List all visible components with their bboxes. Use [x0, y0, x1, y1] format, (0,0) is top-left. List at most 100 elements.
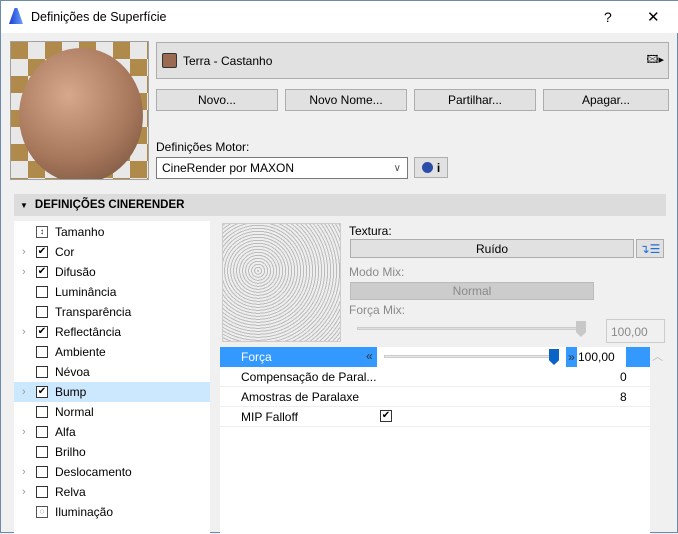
section-title: DEFINIÇÕES CINERENDER [34, 199, 185, 211]
channel-item[interactable]: › ✔ Difusão [14, 262, 210, 282]
channel-item[interactable]: ↕ Tamanho [14, 222, 210, 242]
expand-chevron-icon[interactable]: › [22, 466, 26, 478]
channel-item[interactable]: Brilho [14, 442, 210, 462]
channel-checkbox[interactable]: ✔ [36, 326, 48, 338]
surface-color-swatch [162, 53, 177, 68]
window-title: Definições de Superfície [31, 10, 167, 24]
decrement-icon[interactable]: « [366, 349, 373, 363]
share-button[interactable]: Partilhar... [414, 89, 536, 111]
channel-label: Transparência [55, 305, 132, 319]
increment-icon[interactable]: » [566, 347, 577, 367]
mip-falloff-checkbox[interactable]: ✔ [380, 410, 392, 422]
expand-chevron-icon[interactable]: › [22, 246, 26, 258]
engine-select[interactable]: CineRender por MAXON ∨ [156, 157, 408, 179]
parallax-samples-value[interactable]: 8 [620, 390, 627, 404]
mix-strength-value: 100,00 [606, 319, 665, 343]
delete-button[interactable]: Apagar... [543, 89, 669, 111]
engine-select-value: CineRender por MAXON [162, 161, 295, 175]
channel-label: Luminância [55, 285, 117, 299]
param-list-empty [220, 427, 650, 534]
channel-label: Cor [55, 245, 75, 259]
channel-label: Bump [55, 385, 87, 399]
surface-name: Terra - Castanho [183, 53, 273, 68]
param-row-mip-falloff[interactable]: MIP Falloff ✔ [220, 407, 650, 427]
new-button[interactable]: Novo... [156, 89, 278, 111]
cinema4d-icon [421, 162, 433, 173]
channel-checkbox[interactable]: ✔ [36, 246, 48, 258]
app-logo-icon [9, 8, 23, 24]
texture-thumbnail [222, 223, 341, 342]
channel-label: Ambiente [55, 345, 106, 359]
material-preview [10, 41, 149, 180]
channel-label: Alfa [55, 425, 76, 439]
parallax-offset-value[interactable]: 0 [620, 370, 627, 384]
channel-label: Relva [55, 485, 86, 499]
scroll-up-icon[interactable]: ︿ [652, 348, 663, 364]
channel-checkbox[interactable] [36, 406, 48, 418]
channel-checkbox[interactable] [36, 486, 48, 498]
channel-checkbox[interactable] [36, 306, 48, 318]
channel-item[interactable]: › ✔ Bump [14, 382, 210, 402]
channel-item[interactable]: › ✔ Reflectância [14, 322, 210, 342]
channel-item[interactable]: › Relva [14, 482, 210, 502]
mix-mode-label: Modo Mix: [349, 265, 405, 279]
strength-label: Força [241, 350, 272, 364]
close-button[interactable]: ✕ [647, 8, 660, 26]
channel-checkbox[interactable] [36, 466, 48, 478]
engine-info-button[interactable]: i [414, 157, 448, 178]
section-header[interactable]: ▼ DEFINIÇÕES CINERENDER [14, 194, 666, 216]
texture-label: Textura: [349, 224, 392, 238]
channel-checkbox[interactable] [36, 286, 48, 298]
channel-item[interactable]: Normal [14, 402, 210, 422]
size-icon: ↕ [36, 226, 48, 238]
channel-item[interactable]: › Deslocamento [14, 462, 210, 482]
image-menu-icon[interactable]: 🖾▸ [647, 51, 665, 70]
parallax-samples-label: Amostras de Paralaxe [241, 390, 360, 404]
channel-item[interactable]: ◌ Iluminação [14, 502, 210, 522]
strength-slider[interactable] [384, 355, 556, 358]
channel-item[interactable]: Luminância [14, 282, 210, 302]
strength-slider-thumb[interactable] [549, 349, 559, 365]
title-bar: Definições de Superfície ? ✕ [1, 1, 678, 33]
channel-item[interactable]: › Alfa [14, 422, 210, 442]
help-button[interactable]: ? [604, 9, 612, 25]
lighting-icon: ◌ [36, 506, 48, 518]
param-row-parallax-samples[interactable]: Amostras de Paralaxe 8 [220, 387, 650, 407]
expand-chevron-icon[interactable]: › [22, 426, 26, 438]
info-icon: i [436, 160, 441, 175]
channel-label: Deslocamento [55, 465, 132, 479]
mix-strength-label: Força Mix: [349, 303, 406, 317]
channel-checkbox[interactable] [36, 446, 48, 458]
engine-label: Definições Motor: [156, 140, 250, 154]
channel-checkbox[interactable] [36, 366, 48, 378]
strength-value[interactable]: 100,00 [578, 350, 615, 364]
parallax-offset-label: Compensação de Paral... [241, 370, 377, 384]
channel-checkbox[interactable] [36, 346, 48, 358]
collapse-triangle-icon: ▼ [20, 200, 28, 210]
channel-item[interactable]: Névoa [14, 362, 210, 382]
channel-item[interactable]: Ambiente [14, 342, 210, 362]
channel-label: Tamanho [55, 225, 105, 239]
channel-checkbox[interactable]: ✔ [36, 386, 48, 398]
channel-item[interactable]: Transparência [14, 302, 210, 322]
new-name-button[interactable]: Novo Nome... [285, 89, 407, 111]
channel-list: ↕ Tamanho › ✔ Cor › ✔ Difusão Luminância Transpar… [14, 221, 210, 534]
channel-checkbox[interactable] [36, 426, 48, 438]
param-row-strength[interactable]: Força « » 100,00 [220, 347, 650, 367]
channel-label: Normal [55, 405, 94, 419]
channel-label: Brilho [55, 445, 86, 459]
texture-load-icon[interactable]: ↴☰ [636, 239, 664, 258]
surface-name-field[interactable]: Terra - Castanho 🖾▸ [156, 42, 669, 79]
chevron-down-icon: ∨ [393, 162, 401, 174]
channel-label: Iluminação [55, 505, 114, 519]
mip-falloff-label: MIP Falloff [241, 410, 298, 424]
expand-chevron-icon[interactable]: › [22, 486, 26, 498]
expand-chevron-icon[interactable]: › [22, 326, 26, 338]
expand-chevron-icon[interactable]: › [22, 266, 26, 278]
mix-mode-select: Normal [350, 282, 594, 300]
channel-checkbox[interactable]: ✔ [36, 266, 48, 278]
expand-chevron-icon[interactable]: › [22, 386, 26, 398]
channel-item[interactable]: › ✔ Cor [14, 242, 210, 262]
texture-button[interactable]: Ruído [350, 239, 634, 258]
param-row-parallax-offset[interactable]: Compensação de Paral... 0 [220, 367, 650, 387]
